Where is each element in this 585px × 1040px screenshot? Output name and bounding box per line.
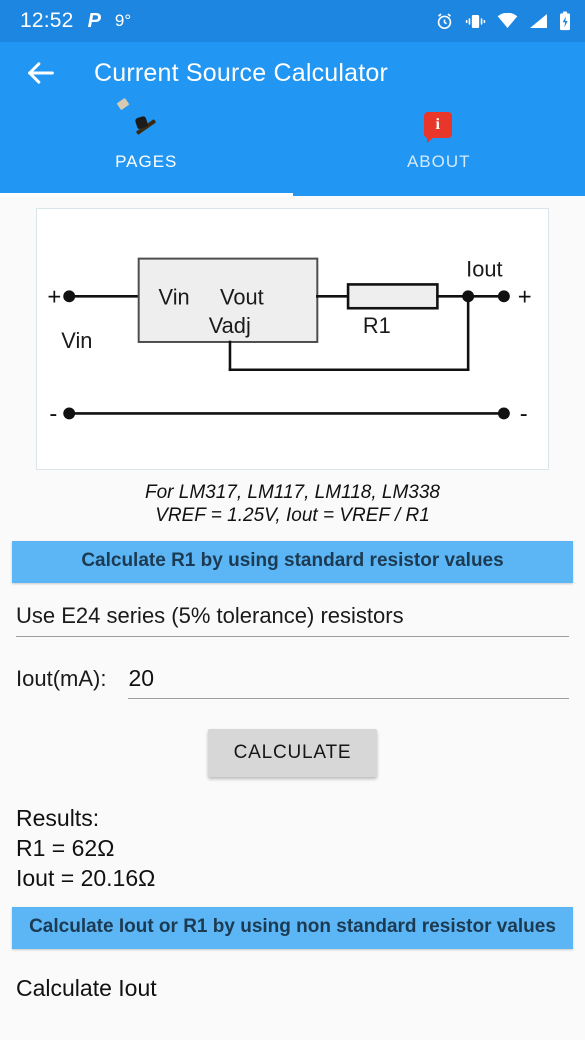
label-vin-terminal: Vin [61,328,92,353]
label-vin-pin: Vin [159,284,190,309]
label-iout: Iout [466,256,502,281]
app-screen: 12:52 P 9° Current Source Calculator PAG… [0,0,585,1040]
page-title: Current Source Calculator [94,58,389,87]
iout-field-row: Iout(mA): 20 [16,665,569,699]
status-bar: 12:52 P 9° [0,0,585,42]
provider-icon: P [87,9,101,32]
info-bubble-icon: i [423,112,454,143]
section-header-standard: Calculate R1 by using standard resistor … [12,541,573,583]
tools-icon [116,97,161,142]
iout-field-label: Iout(mA): [16,666,107,691]
results-r1: R1 = 62Ω [16,835,115,861]
calculate-button-wrap: CALCULATE [0,729,585,777]
section-header-nonstandard: Calculate Iout or R1 by using non standa… [12,907,573,949]
diagram-plus-left: + [47,283,61,310]
page-content: + - + - Vin Vout Vadj R1 Iout Vin For LM… [0,208,585,1002]
tab-about[interactable]: i ABOUT [293,104,585,196]
results-block: Results: R1 = 62Ω Iout = 20.16Ω [16,803,569,893]
diagram-plus-right: + [518,283,532,310]
calculate-button[interactable]: CALCULATE [207,729,378,777]
tab-bar: PAGES i ABOUT [0,97,585,196]
temperature-label: 9° [114,11,132,30]
battery-charging-icon [559,11,571,31]
back-arrow-icon[interactable] [24,56,58,90]
diagram-minus-left: - [49,400,57,427]
label-vadj-pin: Vadj [209,313,251,338]
label-r1: R1 [363,313,391,338]
app-bar: Current Source Calculator PAGES i ABOUT [0,42,585,196]
app-bar-top: Current Source Calculator [0,42,585,104]
results-title: Results: [16,805,100,831]
wifi-icon [497,13,518,29]
status-bar-right [435,11,571,31]
device-note: For LM317, LM117, LM118, LM338 VREF = 1.… [0,481,585,527]
diagram-minus-right: - [520,400,528,427]
note-line-1: For LM317, LM117, LM118, LM338 [144,482,440,503]
resistor-series-selector[interactable]: Use E24 series (5% tolerance) resistors [16,603,569,637]
status-time: 12:52 [20,9,74,32]
iout-input[interactable]: 20 [128,665,569,699]
signal-icon [529,13,548,29]
label-vout-pin: Vout [220,284,264,309]
tab-pages-label: PAGES [115,152,178,171]
tab-about-label: ABOUT [406,152,471,171]
tab-pages[interactable]: PAGES [0,97,293,196]
results-iout: Iout = 20.16Ω [16,865,156,891]
alarm-clock-icon [435,12,454,31]
note-line-2: VREF = 1.25V, Iout = VREF / R1 [155,505,430,526]
status-bar-left: 12:52 P 9° [20,9,131,33]
resistor-series-value: Use E24 series (5% tolerance) resistors [16,603,404,628]
calculate-iout-label: Calculate Iout [16,975,157,1001]
tab-indicator [0,193,293,196]
circuit-diagram: + - + - Vin Vout Vadj R1 Iout Vin [36,208,549,470]
iout-input-value: 20 [128,665,155,691]
vibrate-icon [465,13,486,30]
